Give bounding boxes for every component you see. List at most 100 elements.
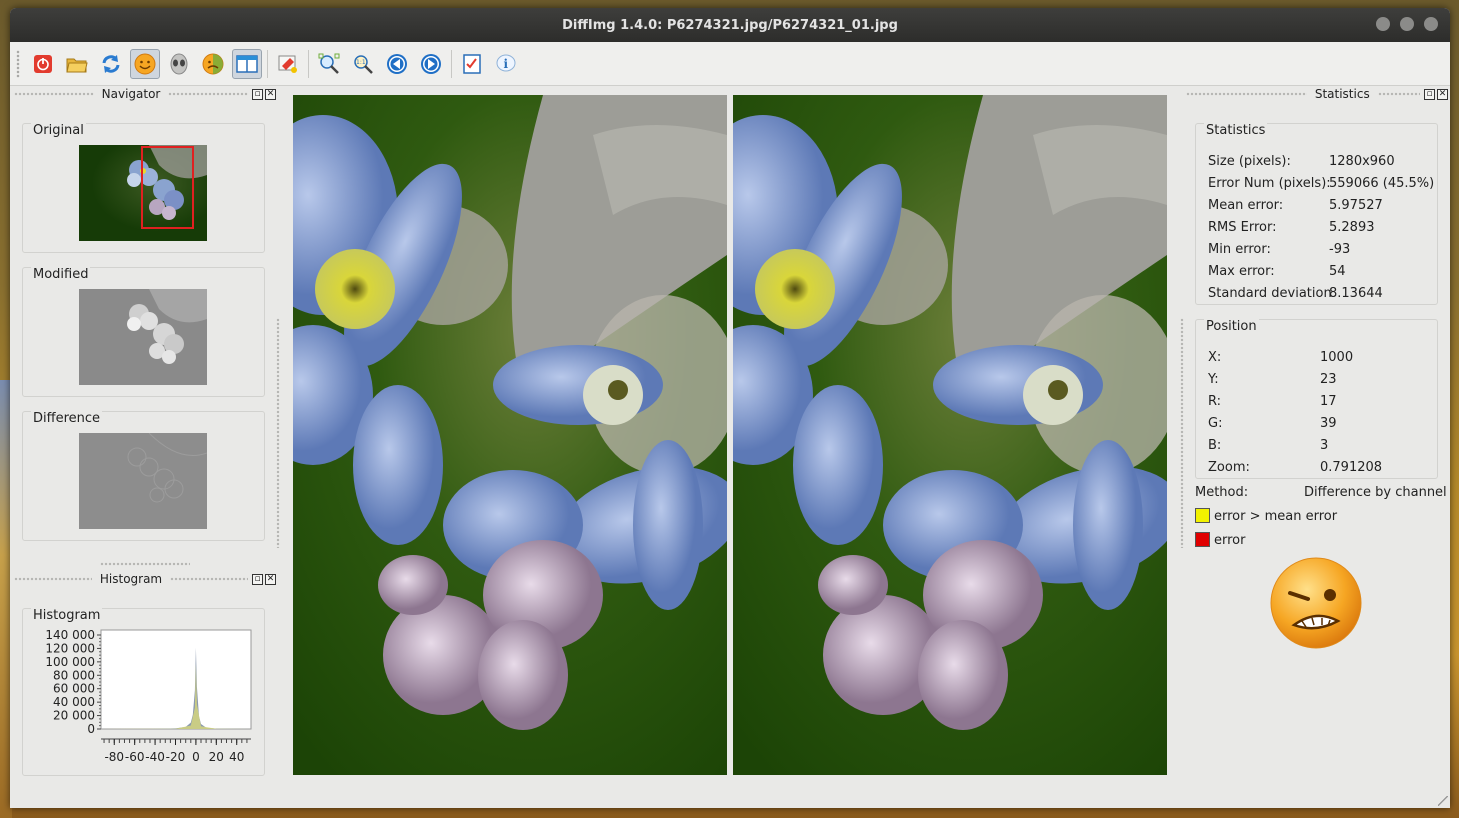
- statistics-dock-title[interactable]: Statistics ▫ ✕: [1186, 85, 1448, 103]
- highlight-button[interactable]: [273, 49, 303, 79]
- difference-thumbnail[interactable]: [79, 432, 208, 529]
- info-button[interactable]: i: [491, 49, 521, 79]
- zoom-fit-icon: [318, 53, 340, 74]
- close-icon[interactable]: ✕: [265, 573, 276, 585]
- sad-mode-button[interactable]: [198, 49, 228, 79]
- stat-label: Standard deviation: [1208, 286, 1332, 301]
- stat-value: 559066 (45.5%): [1329, 176, 1435, 191]
- float-icon[interactable]: ▫: [1424, 88, 1435, 100]
- resize-grip[interactable]: [1438, 796, 1448, 806]
- refresh-icon: [102, 54, 120, 73]
- svg-text:i: i: [504, 57, 509, 71]
- statistics-title: Statistics: [1314, 87, 1370, 101]
- position-group: Position X: 1000 Y: 23 R: 17 G: 39 B: 3 Zoom: 0.791…: [1195, 319, 1438, 479]
- navigator-splitter[interactable]: [276, 318, 280, 548]
- stat-value: 1280x960: [1329, 154, 1395, 169]
- histogram-x-tick-label: -40: [145, 750, 165, 764]
- close-icon[interactable]: ✕: [1437, 88, 1448, 100]
- position-value: 0.791208: [1320, 460, 1383, 475]
- alien-face-icon: [170, 53, 188, 74]
- close-icon[interactable]: ✕: [265, 88, 276, 100]
- stat-label: Mean error:: [1208, 198, 1284, 213]
- histogram-title: Histogram: [99, 572, 163, 586]
- title-bar: DiffImg 1.4.0: P6274321.jpg/P6274321_01.…: [10, 8, 1450, 42]
- previous-icon: [387, 53, 407, 74]
- histogram-x-tick-label: -20: [166, 750, 186, 764]
- histogram-chart: 140 000120 000100 00080 00060 00040 0002…: [45, 628, 252, 764]
- stat-label: Min error:: [1208, 242, 1271, 257]
- refresh-button[interactable]: [96, 49, 126, 79]
- stat-value: 5.97527: [1329, 198, 1383, 213]
- stat-label: Error Num (pixels):: [1208, 176, 1331, 191]
- modified-label: Modified: [31, 267, 91, 282]
- position-value: 3: [1320, 438, 1329, 453]
- modified-image: [733, 95, 1167, 775]
- checklist-icon: [463, 53, 481, 74]
- navigator-title: Navigator: [101, 87, 161, 101]
- original-label: Original: [31, 123, 86, 138]
- zoom-fit-button[interactable]: [314, 49, 344, 79]
- quit-button[interactable]: [28, 49, 58, 79]
- position-group-label: Position: [1204, 319, 1259, 334]
- legend-swatch-mean: [1195, 508, 1210, 523]
- sad-face-icon: [202, 53, 224, 74]
- dual-panel-button[interactable]: [232, 48, 262, 79]
- highlight-icon: [278, 55, 297, 73]
- alien-mode-button[interactable]: [164, 49, 194, 79]
- next-button[interactable]: [416, 49, 446, 79]
- window-title: DiffImg 1.4.0: P6274321.jpg/P6274321_01.…: [562, 17, 898, 33]
- statistics-group: Statistics Size (pixels): 1280x960 Error N…: [1195, 123, 1438, 305]
- modified-image-view[interactable]: [733, 95, 1167, 775]
- maximize-button[interactable]: [1400, 17, 1414, 31]
- close-button[interactable]: [1424, 17, 1438, 31]
- histogram-y-tick-label: 100 000: [45, 655, 95, 669]
- original-group: Original: [22, 123, 265, 253]
- previous-button[interactable]: [382, 49, 412, 79]
- original-image: [293, 95, 727, 775]
- zoom-100-button[interactable]: 1:1: [348, 49, 378, 79]
- happy-mode-button[interactable]: [130, 48, 160, 79]
- dual-panel-icon: [236, 54, 258, 73]
- position-label: Y:: [1208, 372, 1219, 387]
- method-label: Method:: [1195, 485, 1249, 500]
- histogram-y-tick-label: 40 000: [53, 695, 95, 709]
- open-button[interactable]: [62, 49, 92, 79]
- original-thumbnail[interactable]: [79, 145, 207, 241]
- zoom-100-icon: 1:1: [354, 54, 373, 74]
- open-folder-icon: [66, 58, 88, 72]
- histogram-y-tick-label: 60 000: [53, 682, 95, 696]
- toolbar-separator: [267, 49, 268, 78]
- main-window: DiffImg 1.4.0: P6274321.jpg/P6274321_01.…: [10, 8, 1450, 808]
- position-value: 39: [1320, 416, 1337, 431]
- result-face-icon: [1268, 555, 1364, 651]
- stat-value: 54: [1329, 264, 1346, 279]
- modified-thumbnail[interactable]: [79, 289, 207, 385]
- histogram-group: Histogram 140 000 120 000 100 000 80 000 60 …: [22, 608, 265, 776]
- histogram-y-tick-label: 0: [87, 722, 95, 736]
- histogram-plot-area: [100, 629, 252, 730]
- position-label: Zoom:: [1208, 460, 1250, 475]
- float-icon[interactable]: ▫: [252, 88, 263, 100]
- histogram-dock-title[interactable]: Histogram ▫ ✕: [14, 570, 276, 588]
- original-image-view[interactable]: [293, 95, 727, 775]
- checklist-button[interactable]: [457, 49, 487, 79]
- histogram-x-tick-label: 40: [229, 750, 244, 764]
- navigator-dock-title[interactable]: Navigator ▫ ✕: [14, 85, 276, 103]
- statistics-splitter[interactable]: [1180, 318, 1184, 548]
- toolbar: 1:1 i: [10, 42, 1450, 86]
- histogram-x-tick-label: 0: [192, 750, 200, 764]
- position-value: 17: [1320, 394, 1337, 409]
- next-icon: [421, 53, 441, 74]
- minimize-button[interactable]: [1376, 17, 1390, 31]
- stat-label: Size (pixels):: [1208, 154, 1291, 169]
- histogram-dock-handle[interactable]: [100, 561, 190, 567]
- stat-label: RMS Error:: [1208, 220, 1277, 235]
- position-label: G:: [1208, 416, 1223, 431]
- toolbar-grip[interactable]: [16, 49, 20, 78]
- position-label: X:: [1208, 350, 1222, 365]
- legend-label-error: error: [1214, 533, 1246, 548]
- info-icon: i: [496, 54, 516, 71]
- float-icon[interactable]: ▫: [252, 573, 263, 585]
- happy-face-icon: [134, 53, 156, 74]
- toolbar-separator: [308, 49, 309, 78]
